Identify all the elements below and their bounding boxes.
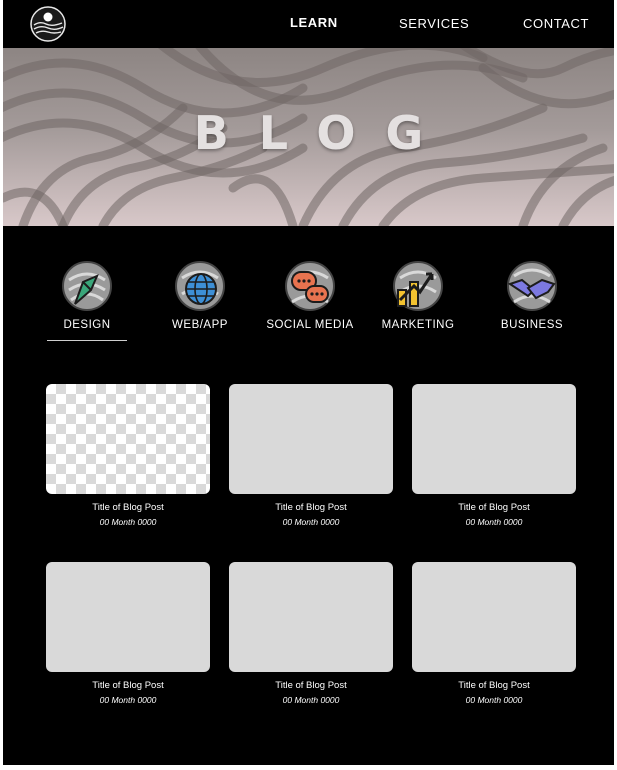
- chat-bubbles-icon: [285, 261, 335, 311]
- blog-card[interactable]: Title of Blog Post 00 Month 0000: [412, 562, 576, 705]
- category-label: SOCIAL MEDIA: [266, 319, 354, 331]
- post-thumbnail[interactable]: [229, 562, 393, 672]
- nav-link-learn[interactable]: LEARN: [290, 15, 338, 30]
- post-date: 00 Month 0000: [282, 695, 340, 705]
- category-social-media[interactable]: SOCIAL MEDIA: [255, 260, 365, 331]
- post-thumbnail[interactable]: [46, 562, 210, 672]
- blog-card[interactable]: Title of Blog Post 00 Month 0000: [229, 562, 393, 705]
- post-title[interactable]: Title of Blog Post: [412, 502, 576, 513]
- logo-icon[interactable]: [30, 6, 66, 42]
- top-nav: LEARN SERVICES CONTACT: [3, 0, 614, 48]
- post-date: 00 Month 0000: [99, 517, 157, 527]
- blog-card[interactable]: Title of Blog Post 00 Month 0000: [46, 384, 210, 527]
- post-date: 00 Month 0000: [465, 695, 523, 705]
- post-thumbnail[interactable]: [46, 384, 210, 494]
- blog-card[interactable]: Title of Blog Post 00 Month 0000: [412, 384, 576, 527]
- nav-link-services[interactable]: SERVICES: [399, 16, 469, 31]
- selected-category-underline: [47, 340, 127, 341]
- category-marketing[interactable]: MARKETING: [363, 260, 473, 331]
- globe-icon: [175, 261, 225, 311]
- category-label: WEB/APP: [172, 319, 228, 331]
- category-label: DESIGN: [63, 319, 111, 331]
- category-business[interactable]: BUSINESS: [477, 260, 587, 331]
- post-title[interactable]: Title of Blog Post: [412, 680, 576, 691]
- chart-arrow-icon: [393, 261, 443, 311]
- post-title[interactable]: Title of Blog Post: [229, 502, 393, 513]
- post-date: 00 Month 0000: [282, 517, 340, 527]
- post-thumbnail[interactable]: [229, 384, 393, 494]
- category-label: BUSINESS: [500, 319, 564, 331]
- post-date: 00 Month 0000: [99, 695, 157, 705]
- category-label: MARKETING: [381, 319, 455, 331]
- pen-nib-icon: [62, 261, 112, 311]
- post-date: 00 Month 0000: [465, 517, 523, 527]
- category-design[interactable]: DESIGN: [32, 260, 142, 331]
- post-title[interactable]: Title of Blog Post: [229, 680, 393, 691]
- handshake-icon: [507, 261, 557, 311]
- post-title[interactable]: Title of Blog Post: [46, 502, 210, 513]
- category-web-app[interactable]: WEB/APP: [145, 260, 255, 331]
- page-frame: LEARN SERVICES CONTACT BLOG DESIGN WEB/A…: [3, 0, 614, 765]
- blog-card[interactable]: Title of Blog Post 00 Month 0000: [229, 384, 393, 527]
- page-title: BLOG: [193, 106, 454, 160]
- hero-banner: BLOG: [3, 48, 614, 226]
- nav-link-contact[interactable]: CONTACT: [523, 16, 589, 31]
- post-title[interactable]: Title of Blog Post: [46, 680, 210, 691]
- post-thumbnail[interactable]: [412, 562, 576, 672]
- post-thumbnail[interactable]: [412, 384, 576, 494]
- blog-card[interactable]: Title of Blog Post 00 Month 0000: [46, 562, 210, 705]
